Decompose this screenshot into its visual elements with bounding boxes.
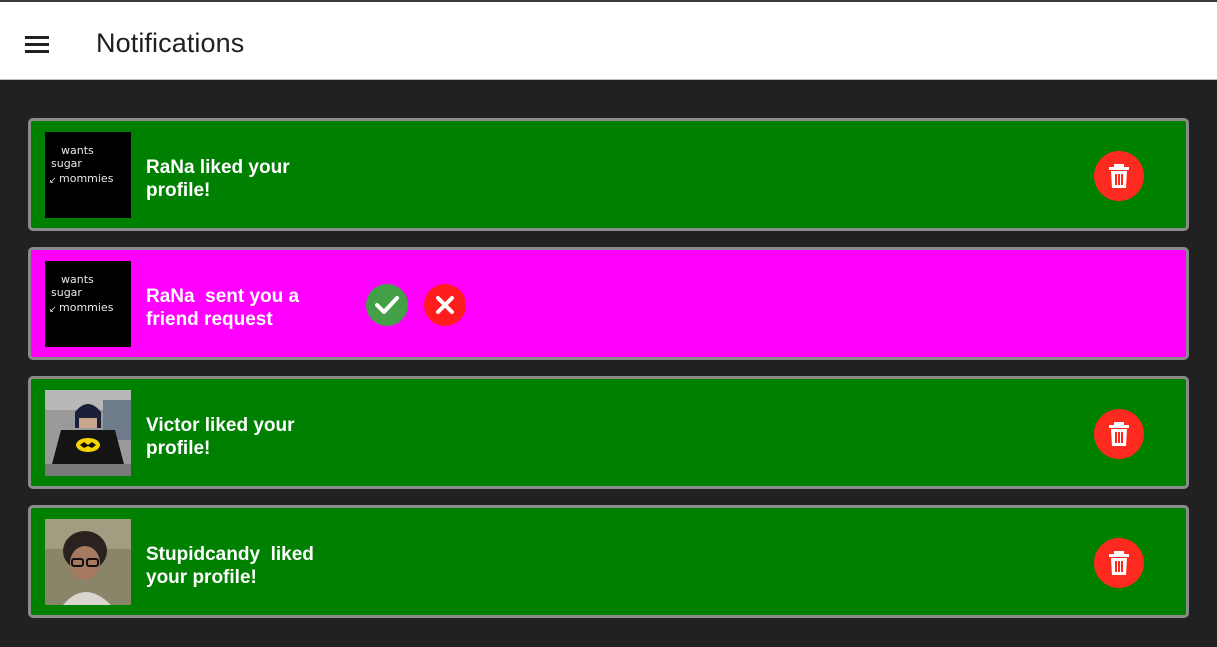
check-icon — [375, 296, 399, 314]
avatar-image: wants sugar ↙ mommies — [45, 261, 131, 347]
notification-card-like[interactable]: wants sugar ↙ mommies RaNa liked your pr… — [28, 118, 1189, 231]
svg-text:wants: wants — [61, 273, 94, 286]
delete-button[interactable] — [1094, 538, 1144, 588]
notification-card-like[interactable]: Victor liked your profile! — [28, 376, 1189, 489]
notification-message: RaNa sent you a friend request — [146, 286, 300, 330]
svg-text:sugar: sugar — [51, 157, 82, 170]
person-with-glasses-photo — [45, 519, 131, 605]
avatar[interactable] — [45, 519, 131, 605]
accept-button[interactable] — [366, 284, 408, 326]
delete-button[interactable] — [1094, 151, 1144, 201]
decline-button[interactable] — [424, 284, 466, 326]
avatar[interactable]: wants sugar ↙ mommies — [45, 261, 131, 347]
close-icon — [436, 296, 454, 314]
notification-message: Victor liked your profile! — [146, 415, 295, 459]
hamburger-menu-icon — [25, 36, 49, 53]
svg-text:mommies: mommies — [59, 301, 114, 314]
batman-costume-photo — [45, 390, 131, 476]
svg-text:wants: wants — [61, 144, 94, 157]
avatar[interactable]: wants sugar ↙ mommies — [45, 132, 131, 218]
menu-button[interactable] — [16, 24, 58, 64]
notification-list: wants sugar ↙ mommies RaNa liked your pr… — [28, 118, 1189, 634]
delete-button[interactable] — [1094, 409, 1144, 459]
svg-text:↙: ↙ — [49, 176, 57, 186]
notification-message: RaNa liked your profile! — [146, 157, 290, 201]
svg-text:↙: ↙ — [49, 305, 57, 315]
svg-text:mommies: mommies — [59, 172, 114, 185]
notification-message: Stupidcandy liked your profile! — [146, 544, 314, 588]
avatar-image: wants sugar ↙ mommies — [45, 132, 131, 218]
page-title: Notifications — [96, 28, 245, 58]
app-bar: Notifications — [0, 0, 1217, 80]
svg-text:sugar: sugar — [51, 286, 82, 299]
notification-card-like[interactable]: Stupidcandy liked your profile! — [28, 505, 1189, 618]
trash-icon — [1109, 422, 1129, 446]
trash-icon — [1109, 551, 1129, 575]
avatar[interactable] — [45, 390, 131, 476]
trash-icon — [1109, 164, 1129, 188]
notification-card-friend-request[interactable]: wants sugar ↙ mommies RaNa sent you a fr… — [28, 247, 1189, 360]
